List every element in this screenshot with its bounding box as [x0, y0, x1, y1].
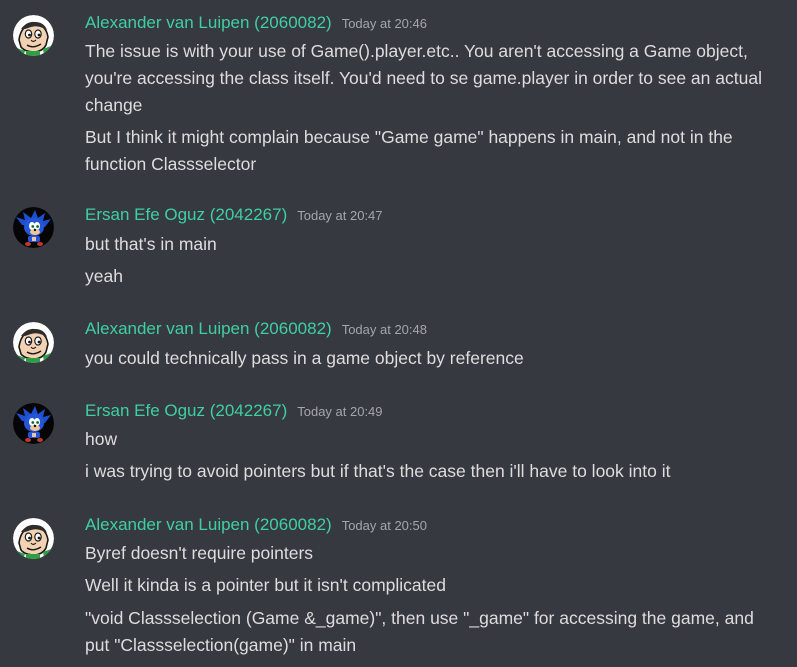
- sonic-avatar[interactable]: [13, 207, 54, 248]
- message-header: Ersan Efe Oguz (2042267) Today at 20:49: [85, 401, 383, 425]
- message-text: i was trying to avoid pointers but if th…: [85, 461, 671, 481]
- username[interactable]: Alexander van Luipen (2060082): [85, 319, 332, 339]
- message-header: Alexander van Luipen (2060082) Today at …: [85, 515, 427, 539]
- message-header: Ersan Efe Oguz (2042267) Today at 20:47: [85, 205, 383, 229]
- message-text: The issue is with your use of Game().pla…: [85, 41, 762, 115]
- message-text: how: [85, 429, 118, 449]
- username[interactable]: Alexander van Luipen (2060082): [85, 13, 332, 33]
- username[interactable]: Ersan Efe Oguz (2042267): [85, 401, 287, 421]
- timestamp: Today at 20:46: [341, 16, 427, 31]
- message-header: Alexander van Luipen (2060082) Today at …: [85, 319, 427, 343]
- chat-messages: Alexander van Luipen (2060082) Today at …: [0, 0, 797, 667]
- timestamp: Today at 20:50: [341, 518, 427, 533]
- message-text: "void Classselection (Game &_game)", the…: [85, 608, 754, 655]
- message-text: but that's in main: [85, 234, 217, 254]
- timestamp: Today at 20:47: [297, 208, 383, 223]
- timestamp: Today at 20:49: [297, 404, 383, 419]
- message-text: you could technically pass in a game obj…: [85, 348, 524, 368]
- message-text: But I think it might complain because "G…: [85, 127, 733, 174]
- message-header: Alexander van Luipen (2060082) Today at …: [85, 13, 427, 37]
- cartoon-face-avatar[interactable]: [13, 15, 54, 56]
- message-text: Well it kinda is a pointer but it isn't …: [85, 575, 446, 595]
- username[interactable]: Ersan Efe Oguz (2042267): [85, 205, 287, 225]
- cartoon-face-avatar[interactable]: [13, 322, 54, 363]
- sonic-avatar[interactable]: [13, 403, 54, 444]
- message-text: yeah: [85, 266, 123, 286]
- message-text: Byref doesn't require pointers: [85, 543, 314, 563]
- timestamp: Today at 20:48: [341, 322, 427, 337]
- username[interactable]: Alexander van Luipen (2060082): [85, 515, 332, 535]
- cartoon-face-avatar[interactable]: [13, 518, 54, 559]
